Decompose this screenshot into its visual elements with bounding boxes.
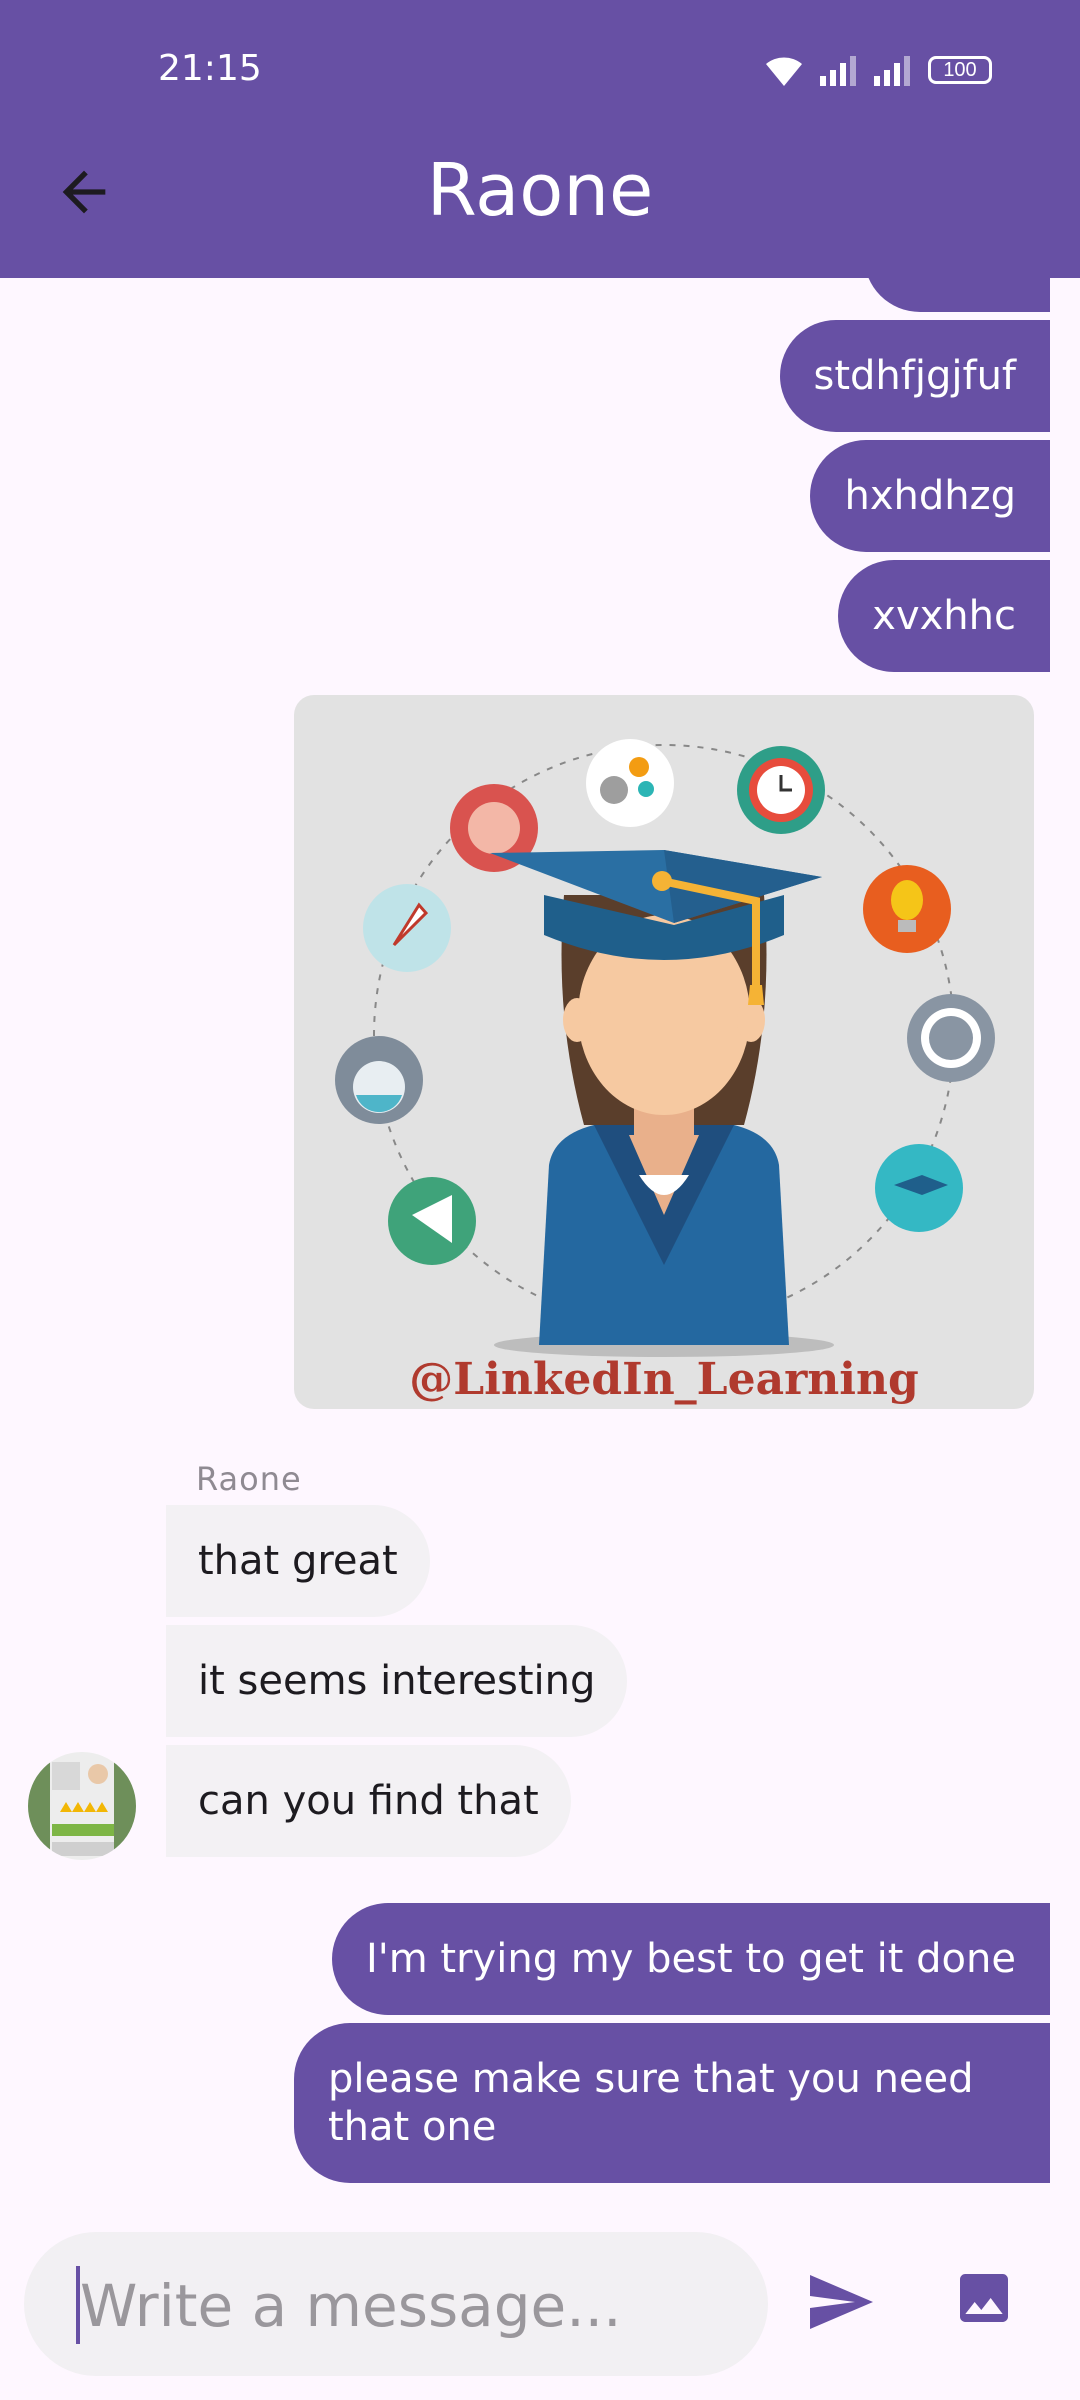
message-bubble-outgoing[interactable]: xvxhhc [838, 560, 1050, 672]
app-bar: 21:15 100 Raone [0, 0, 1080, 278]
message-bubble-outgoing[interactable]: stdhfjgjfuf [779, 320, 1050, 432]
page-title: Raone [426, 148, 654, 232]
avatar[interactable] [28, 1752, 136, 1860]
message-bubble-incoming[interactable]: can you find that [166, 1745, 571, 1857]
image-message[interactable]: @LinkedIn_Learning [294, 695, 1034, 1409]
signal-icon [874, 56, 910, 86]
send-icon[interactable] [804, 2266, 876, 2338]
wifi-icon [766, 57, 802, 86]
message-composer [24, 2232, 768, 2376]
status-bar: 21:15 100 [0, 0, 1080, 140]
message-bubble-incoming[interactable]: that great [166, 1505, 430, 1617]
message-bubble-outgoing[interactable]: please make sure that you need that one [294, 2023, 1050, 2183]
avatar-image [28, 1752, 136, 1860]
gallery-icon[interactable] [952, 2266, 1016, 2330]
message-input[interactable] [78, 2260, 722, 2352]
message-bubble-outgoing[interactable]: hxhdhzg [810, 440, 1050, 552]
status-time: 21:15 [158, 48, 262, 89]
battery-icon: 100 [928, 56, 992, 84]
graduate-illustration [335, 739, 995, 1357]
image-watermark: @LinkedIn_Learning [409, 1354, 919, 1405]
signal-icon [820, 56, 856, 86]
status-icons: 100 [762, 52, 992, 88]
message-bubble-outgoing[interactable]: I'm trying my best to get it done [331, 1903, 1050, 2015]
sender-name: Raone [196, 1460, 302, 1498]
message-bubble-incoming[interactable]: it seems interesting [166, 1625, 628, 1737]
